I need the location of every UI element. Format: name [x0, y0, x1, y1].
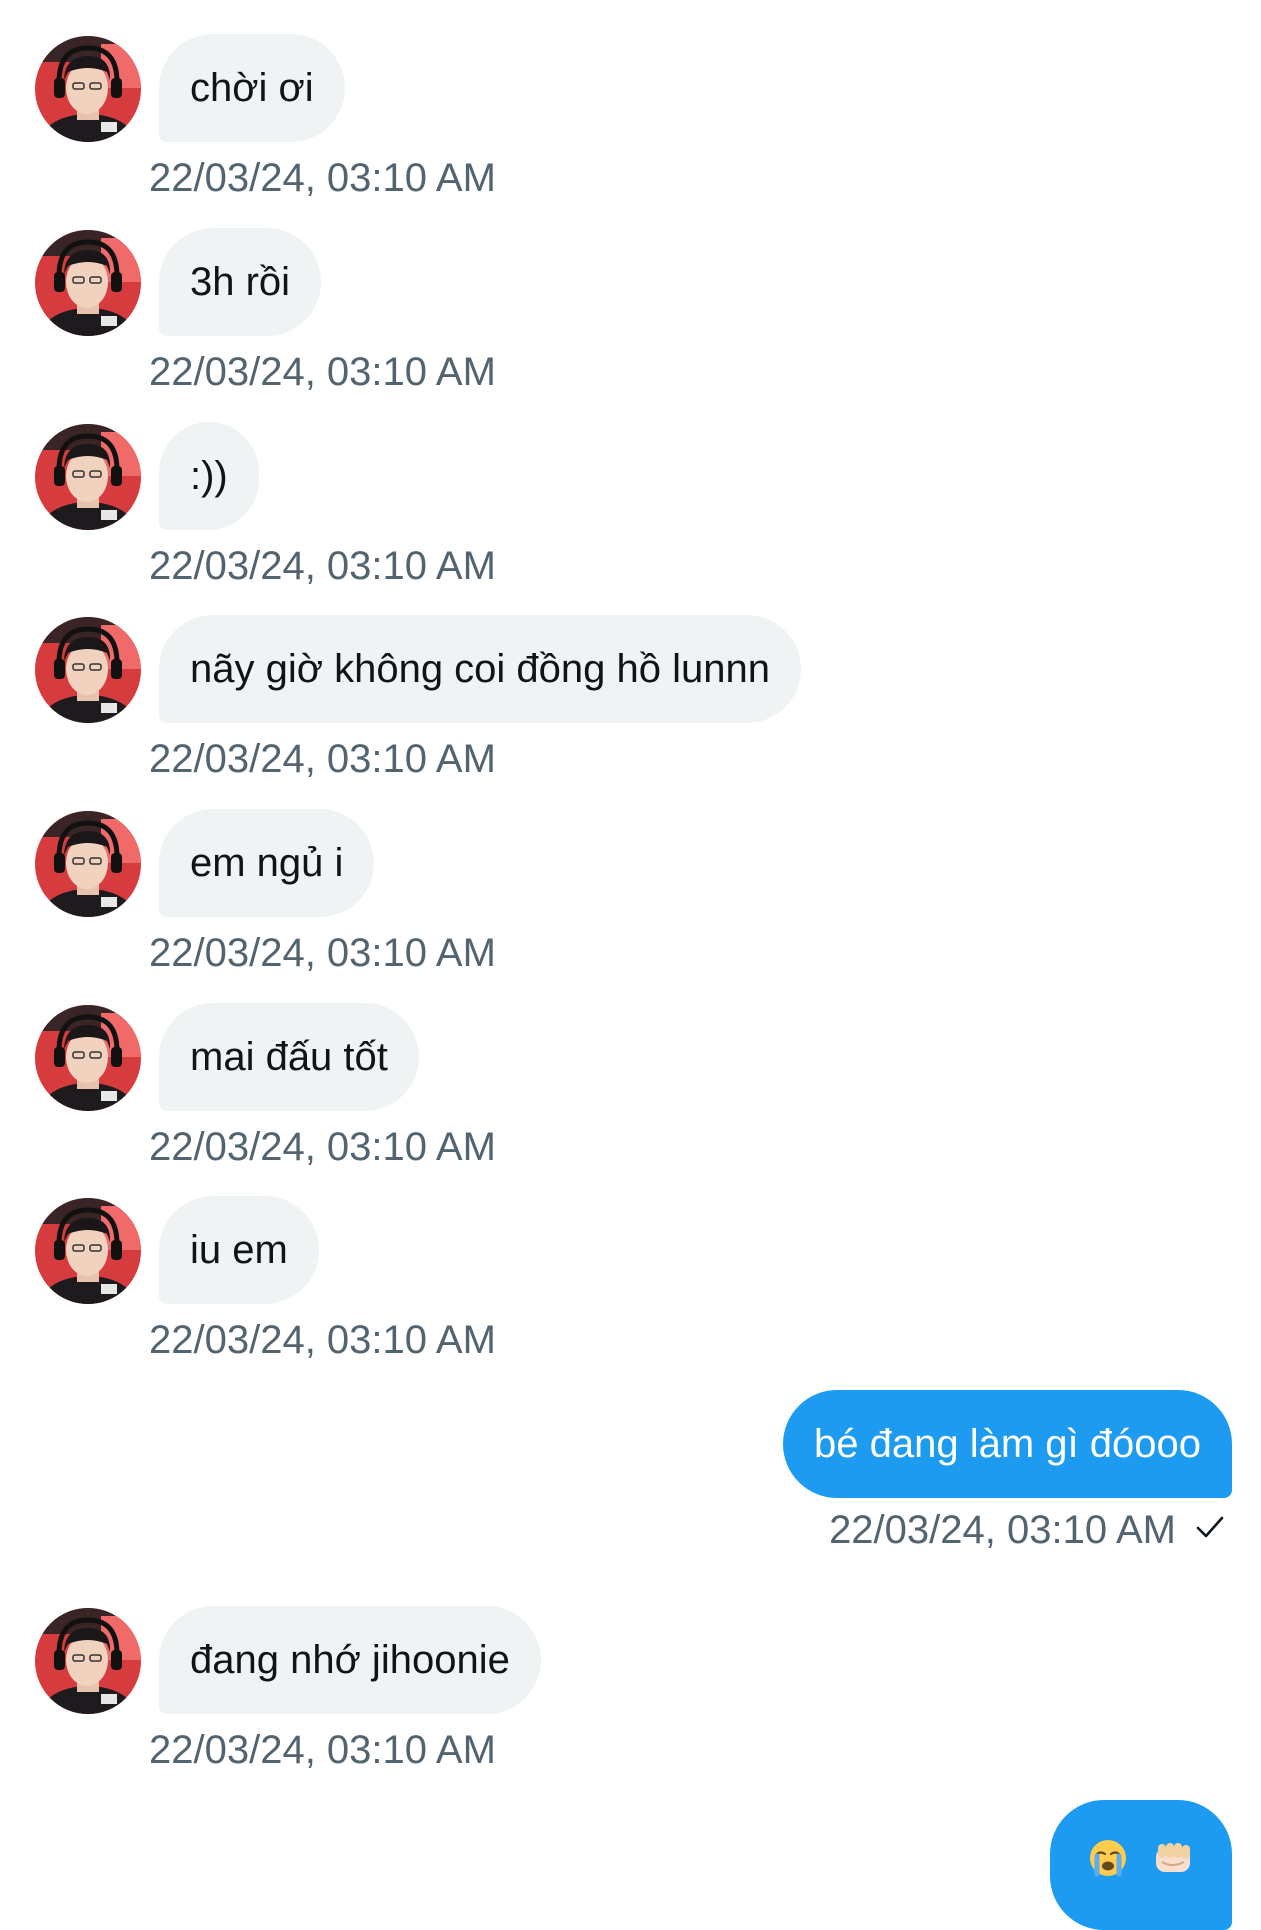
message-timestamp: 22/03/24, 03:10 AM — [149, 737, 496, 781]
avatar[interactable] — [35, 424, 141, 530]
message-timestamp: 22/03/24, 03:10 AM — [829, 1508, 1176, 1552]
check-icon — [1194, 1508, 1226, 1553]
avatar[interactable] — [35, 1608, 141, 1714]
avatar[interactable] — [35, 1005, 141, 1111]
message-bubble[interactable]: iu em — [159, 1196, 319, 1304]
message-timestamp: 22/03/24, 03:10 AM — [149, 350, 496, 394]
message-timestamp: 22/03/24, 03:10 AM — [149, 1125, 496, 1169]
avatar[interactable] — [35, 36, 141, 142]
message-timestamp: 22/03/24, 03:10 AM — [149, 931, 496, 975]
message-bubble[interactable]: đang nhớ jihoonie — [159, 1606, 541, 1714]
dm-conversation-thread[interactable]: chời ơi 22/03/24, 03:10 AM 3h rồi 22/03/… — [0, 0, 1261, 1930]
message-timestamp: 22/03/24, 03:10 AM — [149, 156, 496, 200]
message-bubble[interactable]: nãy giờ không coi đồng hồ lunnn — [159, 615, 801, 723]
message-bubble[interactable]: 3h rồi — [159, 228, 322, 336]
message-timestamp: 22/03/24, 03:10 AM — [149, 1728, 496, 1772]
message-bubble[interactable]: em ngủ i — [159, 809, 375, 917]
avatar[interactable] — [35, 230, 141, 336]
oncoming-fist-emoji — [1152, 1811, 1194, 1919]
message-bubble[interactable]: mai đấu tốt — [159, 1003, 419, 1111]
message-bubble[interactable]: :)) — [159, 422, 259, 530]
message-timestamp: 22/03/24, 03:10 AM — [149, 544, 496, 588]
avatar[interactable] — [35, 811, 141, 917]
avatar[interactable] — [35, 617, 141, 723]
message-bubble[interactable] — [1050, 1800, 1232, 1930]
message-bubble[interactable]: bé đang làm gì đóooo — [783, 1390, 1232, 1498]
loudly-crying-face-emoji — [1088, 1811, 1128, 1919]
message-meta: 22/03/24, 03:10 AM — [829, 1508, 1226, 1553]
message-timestamp: 22/03/24, 03:10 AM — [149, 1318, 496, 1362]
message-bubble[interactable]: chời ơi — [159, 34, 345, 142]
avatar[interactable] — [35, 1198, 141, 1304]
